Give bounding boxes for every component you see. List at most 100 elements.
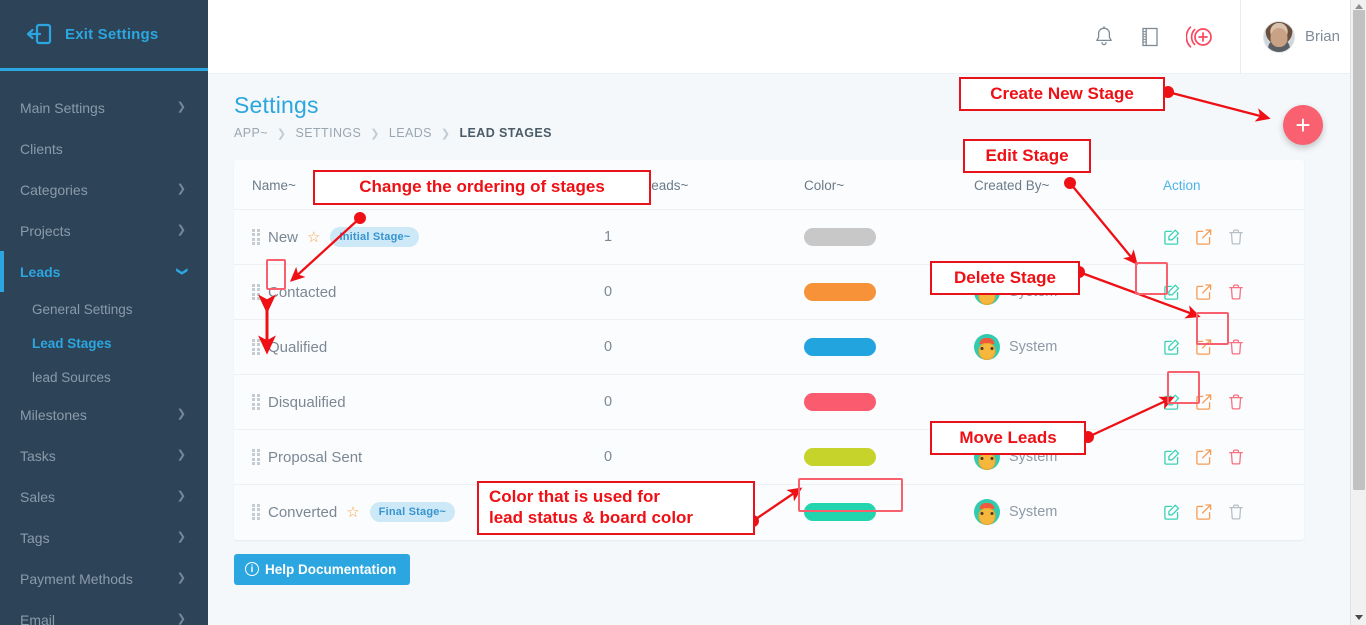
cell-created-by [974, 210, 1159, 265]
edit-icon[interactable] [1163, 283, 1181, 301]
stage-badge: Initial Stage~ [330, 227, 419, 247]
system-avatar-icon [974, 334, 1000, 360]
drag-handle-icon[interactable] [252, 284, 261, 301]
sidebar-label-leads: Leads [20, 264, 60, 280]
table-row: New ☆ Initial Stage~ 1 [234, 210, 1304, 265]
col-header-name[interactable]: Name~ [234, 160, 604, 210]
sidebar-label-main-settings: Main Settings [20, 100, 105, 116]
system-avatar-icon [974, 279, 1000, 305]
table-row: Qualified 0 System [234, 320, 1304, 375]
sidebar-label-sales: Sales [20, 489, 55, 505]
exit-settings-label: Exit Settings [65, 26, 158, 43]
sidebar-item-lead-stages[interactable]: Lead Stages [0, 326, 208, 360]
stage-name: Qualified [268, 339, 327, 356]
cell-name: Contacted [234, 265, 604, 320]
sidebar-item-general-settings[interactable]: General Settings [0, 292, 208, 326]
create-new-stage-button[interactable]: + [1283, 105, 1323, 145]
move-leads-icon[interactable] [1195, 503, 1213, 521]
exit-settings-button[interactable]: Exit Settings [0, 0, 208, 71]
col-header-color[interactable]: Color~ [804, 160, 974, 210]
breadcrumb: APP~ ❯ SETTINGS ❯ LEADS ❯ LEAD STAGES [208, 119, 1351, 140]
sidebar-item-main-settings[interactable]: Main Settings ❯ [0, 87, 208, 128]
move-leads-icon[interactable] [1195, 283, 1213, 301]
edit-icon[interactable] [1163, 338, 1181, 356]
color-swatch[interactable] [804, 228, 876, 246]
user-menu[interactable]: Brian [1241, 21, 1366, 53]
sidebar-label-tasks: Tasks [20, 448, 56, 464]
cell-created-by: System [974, 485, 1159, 540]
chevron-right-icon: ❯ [177, 102, 186, 113]
color-swatch[interactable] [804, 283, 876, 301]
cell-color [804, 375, 974, 430]
col-header-count-leads[interactable]: Count Leads~ [604, 160, 804, 210]
drag-handle-icon[interactable] [252, 339, 261, 356]
sidebar-item-payment-methods[interactable]: Payment Methods ❯ [0, 558, 208, 599]
drag-handle-icon[interactable] [252, 229, 261, 246]
help-documentation-button[interactable]: i Help Documentation [234, 554, 410, 585]
add-circle-icon[interactable] [1186, 24, 1216, 50]
chevron-right-icon: ❯ [177, 573, 186, 584]
breadcrumb-leads[interactable]: LEADS [389, 126, 432, 140]
delete-icon[interactable] [1227, 448, 1245, 466]
sidebar-item-projects[interactable]: Projects ❯ [0, 210, 208, 251]
cell-name: Proposal Sent [234, 430, 604, 485]
breadcrumb-settings[interactable]: SETTINGS [296, 126, 362, 140]
main-content: Settings APP~ ❯ SETTINGS ❯ LEADS ❯ LEAD … [208, 74, 1351, 625]
move-leads-icon[interactable] [1195, 448, 1213, 466]
chevron-right-icon: ❯ [177, 450, 186, 461]
edit-icon[interactable] [1163, 448, 1181, 466]
stage-name: Proposal Sent [268, 449, 362, 466]
bell-icon[interactable] [1094, 26, 1114, 48]
color-swatch[interactable] [804, 338, 876, 356]
page-scrollbar[interactable] [1350, 0, 1366, 625]
system-avatar-icon [974, 499, 1000, 525]
chevron-right-icon: ❯ [441, 127, 451, 140]
edit-icon[interactable] [1163, 228, 1181, 246]
delete-icon[interactable] [1227, 228, 1245, 246]
sidebar-item-leads[interactable]: Leads ❯ [0, 251, 208, 292]
notebook-icon[interactable] [1140, 26, 1160, 48]
move-leads-icon[interactable] [1195, 338, 1213, 356]
color-swatch[interactable] [804, 503, 876, 521]
drag-handle-icon[interactable] [252, 449, 261, 466]
edit-icon[interactable] [1163, 393, 1181, 411]
move-leads-icon[interactable] [1195, 228, 1213, 246]
move-leads-icon[interactable] [1195, 393, 1213, 411]
chevron-right-icon: ❯ [277, 127, 287, 140]
cell-created-by [974, 375, 1159, 430]
breadcrumb-app[interactable]: APP~ [234, 126, 268, 140]
sidebar-item-categories[interactable]: Categories ❯ [0, 169, 208, 210]
cell-name: Disqualified [234, 375, 604, 430]
sidebar-item-clients[interactable]: Clients [0, 128, 208, 169]
col-header-created-by[interactable]: Created By~ [974, 160, 1159, 210]
scrollbar-thumb[interactable] [1353, 10, 1365, 490]
sidebar-item-tags[interactable]: Tags ❯ [0, 517, 208, 558]
delete-icon[interactable] [1227, 393, 1245, 411]
color-swatch[interactable] [804, 393, 876, 411]
app-root: Exit Settings Main Settings ❯ Clients Ca… [0, 0, 1366, 625]
cell-color [804, 485, 974, 540]
chevron-right-icon: ❯ [177, 225, 186, 236]
sidebar-item-tasks[interactable]: Tasks ❯ [0, 435, 208, 476]
drag-handle-icon[interactable] [252, 394, 261, 411]
sidebar-item-sales[interactable]: Sales ❯ [0, 476, 208, 517]
scroll-down-arrow-icon[interactable] [1355, 615, 1363, 620]
delete-icon[interactable] [1227, 503, 1245, 521]
created-by-name: System [1009, 504, 1057, 520]
color-swatch[interactable] [804, 448, 876, 466]
cell-action [1159, 265, 1304, 320]
delete-icon[interactable] [1227, 283, 1245, 301]
sidebar-item-milestones[interactable]: Milestones ❯ [0, 394, 208, 435]
lead-stages-card: Name~ Count Leads~ Color~ Created By~ Ac… [234, 160, 1304, 540]
sidebar-item-lead-sources[interactable]: lead Sources [0, 360, 208, 394]
sidebar-item-email[interactable]: Email ❯ [0, 599, 208, 625]
user-name: Brian [1305, 28, 1340, 45]
scroll-up-arrow-icon[interactable] [1355, 4, 1363, 9]
chevron-right-icon: ❯ [177, 184, 186, 195]
edit-icon[interactable] [1163, 503, 1181, 521]
drag-handle-icon[interactable] [252, 504, 261, 521]
stage-badge: Final Stage~ [370, 502, 456, 522]
delete-icon[interactable] [1227, 338, 1245, 356]
lead-stages-table: Name~ Count Leads~ Color~ Created By~ Ac… [234, 160, 1304, 540]
cell-action [1159, 320, 1304, 375]
